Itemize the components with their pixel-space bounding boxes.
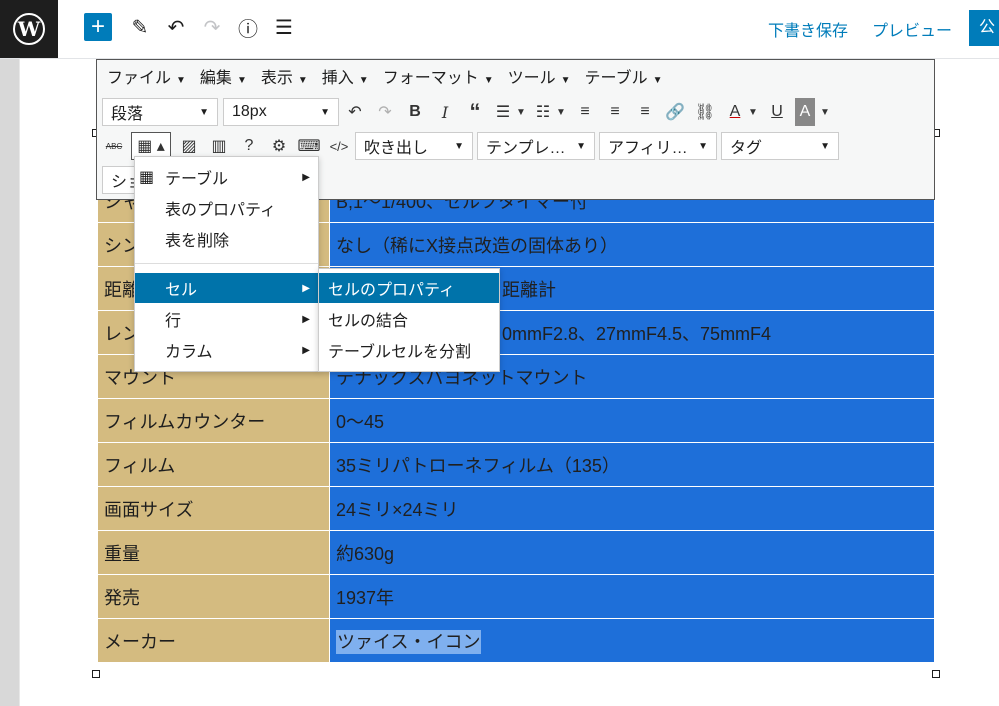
- value-cell[interactable]: ツァイス・イコン: [329, 618, 935, 663]
- key-cell[interactable]: 重量: [97, 530, 330, 575]
- table-row[interactable]: フィルム 35ミリパトローネフィルム（135）: [97, 442, 935, 487]
- link-icon[interactable]: 🔗: [663, 98, 687, 126]
- menu-view[interactable]: 表示 ▼: [261, 64, 308, 88]
- publish-button[interactable]: 公: [969, 10, 999, 46]
- tag-select[interactable]: タグ ▼: [721, 132, 839, 160]
- italic-icon[interactable]: I: [433, 98, 457, 126]
- format-select[interactable]: 段落 ▼: [102, 98, 218, 126]
- text-color-icon[interactable]: A: [723, 98, 747, 126]
- chevron-down-icon[interactable]: ▼: [515, 98, 527, 126]
- align-center-icon[interactable]: ≡: [603, 98, 627, 126]
- menu-tools[interactable]: ツール ▼: [508, 64, 571, 88]
- resize-handle-br[interactable]: [932, 670, 940, 678]
- menu-table[interactable]: テーブル ▼: [585, 64, 663, 88]
- menu-item-delete-table[interactable]: 表を削除: [135, 224, 318, 254]
- key-cell[interactable]: 発売: [97, 574, 330, 619]
- strikethrough-icon[interactable]: ABC: [102, 132, 126, 160]
- font-size-select[interactable]: 18px ▼: [223, 98, 339, 126]
- cell-submenu: セルのプロパティ セルの結合 テーブルセルを分割: [318, 268, 500, 372]
- table-row[interactable]: 重量 約630g: [97, 530, 935, 575]
- key-cell[interactable]: 画面サイズ: [97, 486, 330, 531]
- menu-item-row[interactable]: 行 ▶: [135, 304, 318, 334]
- redo-icon[interactable]: ↷: [373, 98, 397, 126]
- menu-item-cell-properties[interactable]: セルのプロパティ: [319, 273, 499, 303]
- affiliate-select[interactable]: アフィリ… ▼: [599, 132, 717, 160]
- menu-item-column[interactable]: カラム ▶: [135, 335, 318, 365]
- table-menu: ▦ テーブル ▶ 表のプロパティ 表を削除 セル ▶ 行 ▶ カラム ▶: [134, 156, 319, 372]
- menu-file[interactable]: ファイル ▼: [107, 64, 186, 88]
- chevron-down-icon[interactable]: ▼: [555, 98, 567, 126]
- key-cell[interactable]: フィルム: [97, 442, 330, 487]
- editor-menubar: ファイル ▼ 編集 ▼ 表示 ▼ 挿入 ▼ フォーマット ▼ ツール ▼ テーブル ▼: [97, 60, 934, 92]
- code-icon[interactable]: </>: [327, 132, 351, 160]
- numbered-list-icon[interactable]: ☷: [531, 98, 555, 126]
- align-left-icon[interactable]: ≡: [573, 98, 597, 126]
- admin-sidebar-edge: [0, 59, 19, 706]
- info-icon[interactable]: ⓘ: [236, 14, 260, 41]
- table-row[interactable]: メーカー ツァイス・イコン: [97, 618, 935, 663]
- balloon-select[interactable]: 吹き出し ▼: [355, 132, 473, 160]
- value-cell[interactable]: 約630g: [329, 530, 935, 575]
- pencil-tools-icon[interactable]: ✎: [128, 14, 152, 40]
- menu-item-merge-cells[interactable]: セルの結合: [319, 304, 499, 334]
- value-cell[interactable]: 35ミリパトローネフィルム（135）: [329, 442, 935, 487]
- redo-icon[interactable]: ↷: [200, 14, 224, 40]
- menu-format[interactable]: フォーマット ▼: [383, 64, 494, 88]
- bullet-list-icon[interactable]: ☰: [491, 98, 515, 126]
- undo-icon[interactable]: ↶: [164, 14, 188, 40]
- save-draft-button[interactable]: 下書き保存: [768, 17, 848, 41]
- menu-item-split-cell[interactable]: テーブルセルを分割: [319, 335, 499, 365]
- value-cell[interactable]: 0～45: [329, 398, 935, 443]
- menu-item-cell[interactable]: セル ▶: [135, 273, 318, 303]
- value-cell[interactable]: 24ミリ×24ミリ: [329, 486, 935, 531]
- align-right-icon[interactable]: ≡: [633, 98, 657, 126]
- toolbar-row-1: 段落 ▼ 18px ▼ ↶ ↷ B I “ ☰ ▼ ☷ ▼ ≡ ≡ ≡ 🔗 ⛓ A …: [102, 97, 831, 127]
- add-block-button[interactable]: +: [84, 13, 112, 41]
- chevron-right-icon: ▶: [302, 313, 310, 325]
- value-cell[interactable]: 1937年: [329, 574, 935, 619]
- bold-icon[interactable]: B: [403, 98, 427, 126]
- template-select[interactable]: テンプレ… ▼: [477, 132, 595, 160]
- key-cell[interactable]: メーカー: [97, 618, 330, 663]
- table-row[interactable]: 画面サイズ 24ミリ×24ミリ: [97, 486, 935, 531]
- outline-list-icon[interactable]: ☰: [272, 14, 296, 40]
- table-icon: ▦: [139, 169, 155, 186]
- chevron-down-icon[interactable]: ▼: [747, 98, 759, 126]
- value-cell[interactable]: なし（稀にX接点改造の固体あり）: [329, 222, 935, 267]
- editor-header: W + ✎ ↶ ↷ ⓘ ☰ 下書き保存 プレビュー 公: [0, 0, 999, 59]
- undo-icon[interactable]: ↶: [343, 98, 367, 126]
- key-cell[interactable]: フィルムカウンター: [97, 398, 330, 443]
- menu-insert[interactable]: 挿入 ▼: [322, 64, 369, 88]
- chevron-down-icon[interactable]: ▼: [819, 98, 831, 126]
- chevron-right-icon: ▶: [302, 344, 310, 356]
- wordpress-icon: W: [13, 13, 45, 45]
- chevron-right-icon: ▶: [302, 171, 310, 183]
- preview-button[interactable]: プレビュー: [872, 17, 952, 41]
- resize-handle-bl[interactable]: [92, 670, 100, 678]
- background-color-icon[interactable]: A: [795, 98, 815, 126]
- wordpress-logo-button[interactable]: W: [0, 0, 58, 58]
- canvas-divider: [19, 59, 20, 706]
- table-row[interactable]: フィルムカウンター 0～45: [97, 398, 935, 443]
- underline-icon[interactable]: U: [765, 98, 789, 126]
- selected-text[interactable]: ツァイス・イコン: [336, 629, 482, 654]
- chevron-right-icon: ▶: [302, 282, 310, 294]
- table-row[interactable]: 発売 1937年: [97, 574, 935, 619]
- menu-divider: [135, 263, 318, 264]
- unlink-icon[interactable]: ⛓: [693, 98, 717, 126]
- menu-edit[interactable]: 編集 ▼: [200, 64, 247, 88]
- menu-item-table[interactable]: ▦ テーブル ▶: [135, 162, 318, 192]
- menu-item-table-properties[interactable]: 表のプロパティ: [135, 193, 318, 223]
- blockquote-icon[interactable]: “: [463, 98, 487, 126]
